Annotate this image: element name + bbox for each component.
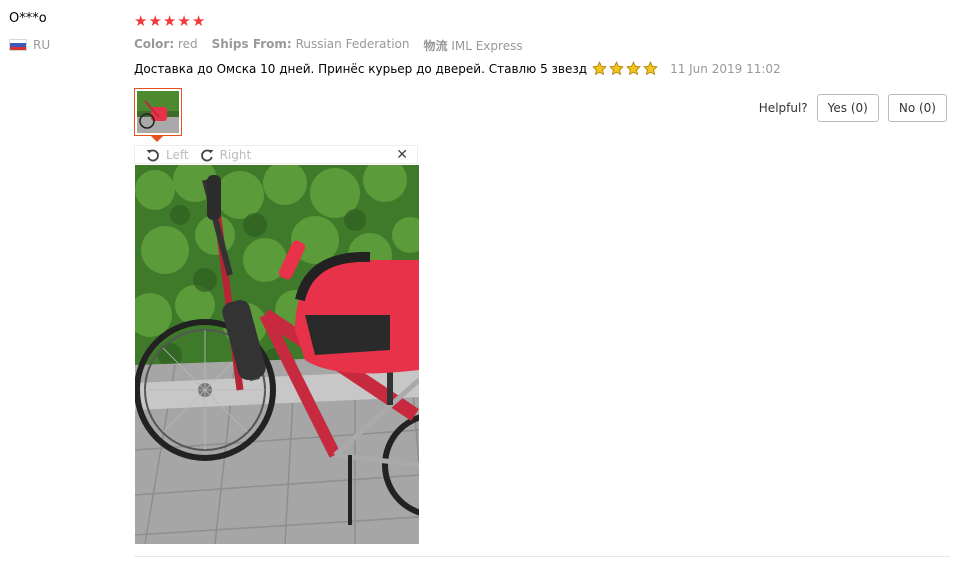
thumbnail-image <box>137 91 179 133</box>
country-code: RU <box>33 38 51 52</box>
review-text-line: Доставка до Омска 10 дней. Принёс курьер… <box>134 61 781 76</box>
star-emoji-icon <box>592 61 607 76</box>
star-emoji-icon <box>626 61 641 76</box>
ships-from-attribute: Ships From: Russian Federation <box>212 37 410 54</box>
star-icon: ★ <box>177 12 191 30</box>
order-attributes: Color: red Ships From: Russian Federatio… <box>134 37 523 54</box>
color-value: red <box>177 37 198 51</box>
rotate-right-button[interactable]: Right <box>199 147 252 163</box>
close-viewer-button[interactable]: ✕ <box>396 147 408 163</box>
logistics-value: IML Express <box>451 39 523 53</box>
russia-flag-icon <box>9 39 27 51</box>
review-photo-large <box>135 165 419 544</box>
reviewer-country: RU <box>9 38 50 52</box>
review-photo-thumbnail[interactable] <box>134 88 182 136</box>
star-emoji-icon <box>609 61 624 76</box>
rotate-right-label: Right <box>219 147 252 162</box>
ships-from-label: Ships From: <box>211 37 292 51</box>
star-emoji-icon <box>643 61 658 76</box>
helpful-no-button[interactable]: No (0) <box>887 94 947 122</box>
star-icon: ★ <box>148 12 162 30</box>
image-viewer-toolbar: Left Right ✕ <box>134 145 418 164</box>
selected-thumbnail-pointer <box>151 136 163 142</box>
rating-stars: ★ ★ ★ ★ ★ <box>134 12 205 30</box>
star-icon: ★ <box>134 12 148 30</box>
rotate-left-button[interactable]: Left <box>145 147 189 163</box>
ships-from-value: Russian Federation <box>295 37 410 51</box>
rotate-left-icon <box>146 149 159 161</box>
color-label: Color: <box>134 37 175 51</box>
color-attribute: Color: red <box>134 37 198 54</box>
helpful-label: Helpful? <box>758 101 808 115</box>
star-icon: ★ <box>162 12 177 30</box>
star-icon: ★ <box>191 12 206 30</box>
reviewer-name: O***o <box>9 11 47 26</box>
helpful-yes-button[interactable]: Yes (0) <box>816 94 879 122</box>
review-date: 11 Jun 2019 11:02 <box>670 61 781 76</box>
bicycle-photo <box>135 165 419 544</box>
helpful-vote-group: Helpful? Yes (0) No (0) <box>759 94 947 122</box>
review-text: Доставка до Омска 10 дней. Принёс курьер… <box>134 61 588 76</box>
logistics-attribute: 物流 IML Express <box>423 37 522 54</box>
review-divider <box>134 556 950 557</box>
rotate-left-label: Left <box>166 147 189 162</box>
rotate-right-icon <box>200 149 214 161</box>
logistics-label: 物流 <box>423 39 448 53</box>
